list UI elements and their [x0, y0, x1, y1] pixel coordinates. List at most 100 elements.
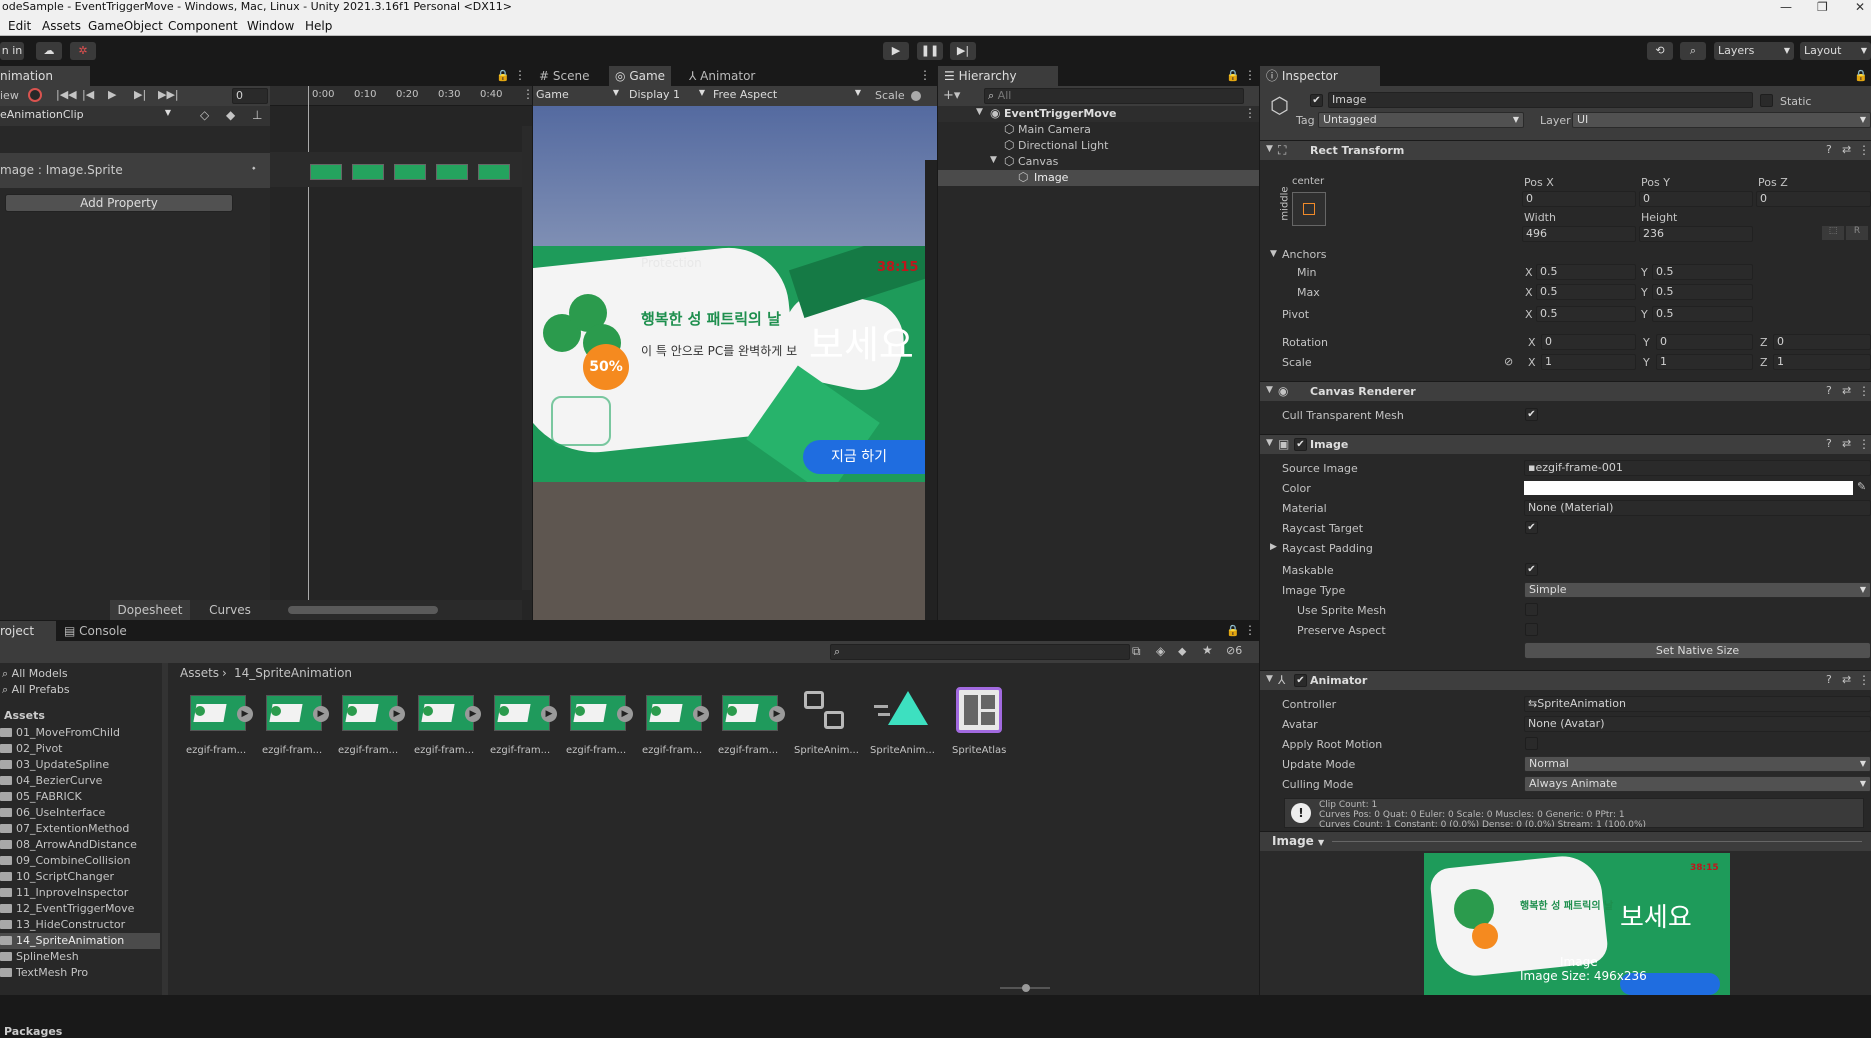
- folder-item[interactable]: 06_UseInterface: [0, 805, 160, 821]
- asset-item[interactable]: ▶ ezgif-fram...: [414, 695, 482, 765]
- enable-checkbox[interactable]: ✔: [1294, 674, 1307, 687]
- folder-item[interactable]: 12_EventTriggerMove: [0, 901, 160, 917]
- folder-item[interactable]: 02_Pivot: [0, 741, 160, 757]
- folder-item-selected[interactable]: 14_SpriteAnimation: [0, 933, 160, 949]
- rotation-z[interactable]: 0: [1773, 334, 1871, 350]
- width-field[interactable]: 496: [1522, 226, 1636, 242]
- splitter[interactable]: [1332, 841, 1862, 842]
- horizontal-scrollbar[interactable]: [270, 600, 522, 620]
- height-field[interactable]: 236: [1639, 226, 1753, 242]
- tab-animator[interactable]: ⅄ Animator: [683, 66, 761, 86]
- pivot-x[interactable]: 0.5: [1536, 306, 1636, 322]
- folder-item[interactable]: 08_ArrowAndDistance: [0, 837, 160, 853]
- link-icon[interactable]: ⊘: [1504, 355, 1513, 368]
- maskable-checkbox[interactable]: ✔: [1525, 563, 1538, 576]
- expand-arrow-icon[interactable]: ▼: [1266, 144, 1273, 154]
- expand-arrow-icon[interactable]: ▼: [990, 155, 997, 165]
- add-property-button[interactable]: Add Property: [5, 194, 233, 212]
- help-icon[interactable]: ?: [1826, 673, 1832, 686]
- asset-item[interactable]: SpriteAnim...: [794, 687, 862, 765]
- folder-item[interactable]: 03_UpdateSpline: [0, 757, 160, 773]
- kebab-menu-icon[interactable]: ⋮: [1858, 143, 1870, 157]
- event-marker-icon[interactable]: ⊥: [252, 108, 262, 122]
- folder-item[interactable]: 11_InproveInspector: [0, 885, 160, 901]
- image-type-dropdown[interactable]: Simple ▼: [1524, 582, 1871, 598]
- rotation-y[interactable]: 0: [1656, 334, 1753, 350]
- hidden-packages-icon[interactable]: ⊘6: [1226, 644, 1242, 657]
- color-swatch[interactable]: [1524, 481, 1853, 495]
- scale-slider[interactable]: [911, 91, 921, 101]
- anchor-preset-button[interactable]: [1292, 192, 1326, 226]
- lock-icon[interactable]: 🔒: [1854, 69, 1868, 82]
- asset-item[interactable]: ▶ ezgif-fram...: [262, 695, 330, 765]
- help-icon[interactable]: ?: [1826, 437, 1832, 450]
- tree-packages-root[interactable]: Packages: [4, 1025, 62, 1038]
- sprite-key[interactable]: [436, 164, 468, 180]
- play-anim-icon[interactable]: ▶: [108, 88, 116, 101]
- tab-project[interactable]: roject: [0, 621, 56, 641]
- tab-game[interactable]: ◎ Game: [609, 66, 672, 86]
- breadcrumb-folder[interactable]: 14_SpriteAnimation: [234, 666, 352, 680]
- preview-dropdown[interactable]: Image ▼: [1272, 834, 1324, 848]
- expand-arrow-icon[interactable]: ▼: [1270, 249, 1277, 259]
- enable-checkbox[interactable]: ✔: [1294, 438, 1307, 451]
- scale-y[interactable]: 1: [1656, 354, 1753, 370]
- expand-arrow-icon[interactable]: ▶: [1270, 542, 1277, 552]
- tab-dopesheet[interactable]: Dopesheet: [110, 600, 190, 620]
- add-event-icon[interactable]: ◆: [226, 108, 235, 122]
- search-icon[interactable]: ⌕: [1680, 42, 1706, 60]
- anchor-min-y[interactable]: 0.5: [1652, 264, 1753, 280]
- folder-item[interactable]: 09_CombineCollision: [0, 853, 160, 869]
- tree-item[interactable]: ⌕ All Models: [2, 667, 68, 681]
- minimize-icon[interactable]: —: [1780, 0, 1792, 14]
- preserve-aspect-checkbox[interactable]: [1525, 623, 1538, 636]
- sprite-mesh-checkbox[interactable]: [1525, 603, 1538, 616]
- expand-arrow-icon[interactable]: ▼: [1266, 385, 1273, 395]
- sprite-key[interactable]: [394, 164, 426, 180]
- account-button[interactable]: n in: [0, 42, 24, 60]
- add-icon[interactable]: +▾: [943, 88, 960, 103]
- hierarchy-item-selected[interactable]: ⬡ Image: [938, 170, 1259, 186]
- posz-field[interactable]: 0: [1756, 191, 1871, 207]
- vertical-scrollbar[interactable]: [522, 126, 532, 590]
- tree-assets-root[interactable]: Assets: [4, 709, 45, 722]
- rotation-x[interactable]: 0: [1541, 334, 1636, 350]
- time-ruler[interactable]: 0:00 0:10 0:20 0:30 0:40 ⋮: [270, 86, 534, 106]
- material-field[interactable]: None (Material): [1524, 500, 1871, 516]
- folder-item[interactable]: 01_MoveFromChild: [0, 725, 160, 741]
- next-key-icon[interactable]: ▶|: [134, 88, 146, 101]
- hierarchy-item[interactable]: ▼ ◉ EventTriggerMove ⋮: [938, 106, 1259, 122]
- eyedropper-icon[interactable]: ✎: [1857, 480, 1866, 493]
- folder-item[interactable]: 05_FABRICK: [0, 789, 160, 805]
- kebab-menu-icon[interactable]: ⋮: [1244, 623, 1256, 637]
- menu-gameobject[interactable]: GameObject: [88, 19, 163, 33]
- help-icon[interactable]: ?: [1826, 384, 1832, 397]
- project-search[interactable]: ⌕: [830, 644, 1130, 660]
- folder-item[interactable]: 07_ExtentionMethod: [0, 821, 160, 837]
- kebab-menu-icon[interactable]: ⋮: [919, 68, 931, 82]
- filter-type-icon[interactable]: ⧉: [1132, 644, 1141, 659]
- aspect-dropdown[interactable]: Free Aspect ▼: [713, 88, 863, 101]
- tab-curves[interactable]: Curves: [190, 600, 270, 620]
- zoom-slider-thumb[interactable]: [1022, 984, 1030, 992]
- anchor-max-y[interactable]: 0.5: [1652, 284, 1753, 300]
- layers-dropdown[interactable]: Layers ▼: [1714, 42, 1794, 60]
- preset-icon[interactable]: ⇄: [1842, 437, 1851, 450]
- source-image-field[interactable]: ▪ezgif-frame-001: [1524, 460, 1871, 476]
- hierarchy-item[interactable]: ⬡ Directional Light: [938, 138, 1259, 154]
- game-viewport[interactable]: Protection 38:15 50% 행복한 성 패트릭의 날 이 특 안으…: [533, 106, 937, 620]
- layout-dropdown[interactable]: Layout ▼: [1800, 42, 1871, 60]
- asset-item[interactable]: ▶ ezgif-fram...: [338, 695, 406, 765]
- sprite-key[interactable]: [310, 164, 342, 180]
- asset-item[interactable]: SpriteAnim...: [870, 687, 938, 765]
- expand-arrow-icon[interactable]: ▼: [1266, 674, 1273, 684]
- kebab-menu-icon[interactable]: ⋮: [1858, 384, 1870, 398]
- animator-component-header[interactable]: ▼ ⅄ ✔ Animator ? ⇄ ⋮: [1260, 670, 1871, 690]
- sprite-key[interactable]: [352, 164, 384, 180]
- canvas-renderer-header[interactable]: ▼ ◉ Canvas Renderer ? ⇄ ⋮: [1260, 381, 1871, 401]
- scale-z[interactable]: 1: [1773, 354, 1871, 370]
- filter-label-icon[interactable]: ◈: [1156, 644, 1165, 658]
- star-icon[interactable]: ★: [1202, 643, 1213, 657]
- display-mode-dropdown[interactable]: Game ▼: [536, 88, 621, 101]
- culling-mode-dropdown[interactable]: Always Animate ▼: [1524, 776, 1871, 792]
